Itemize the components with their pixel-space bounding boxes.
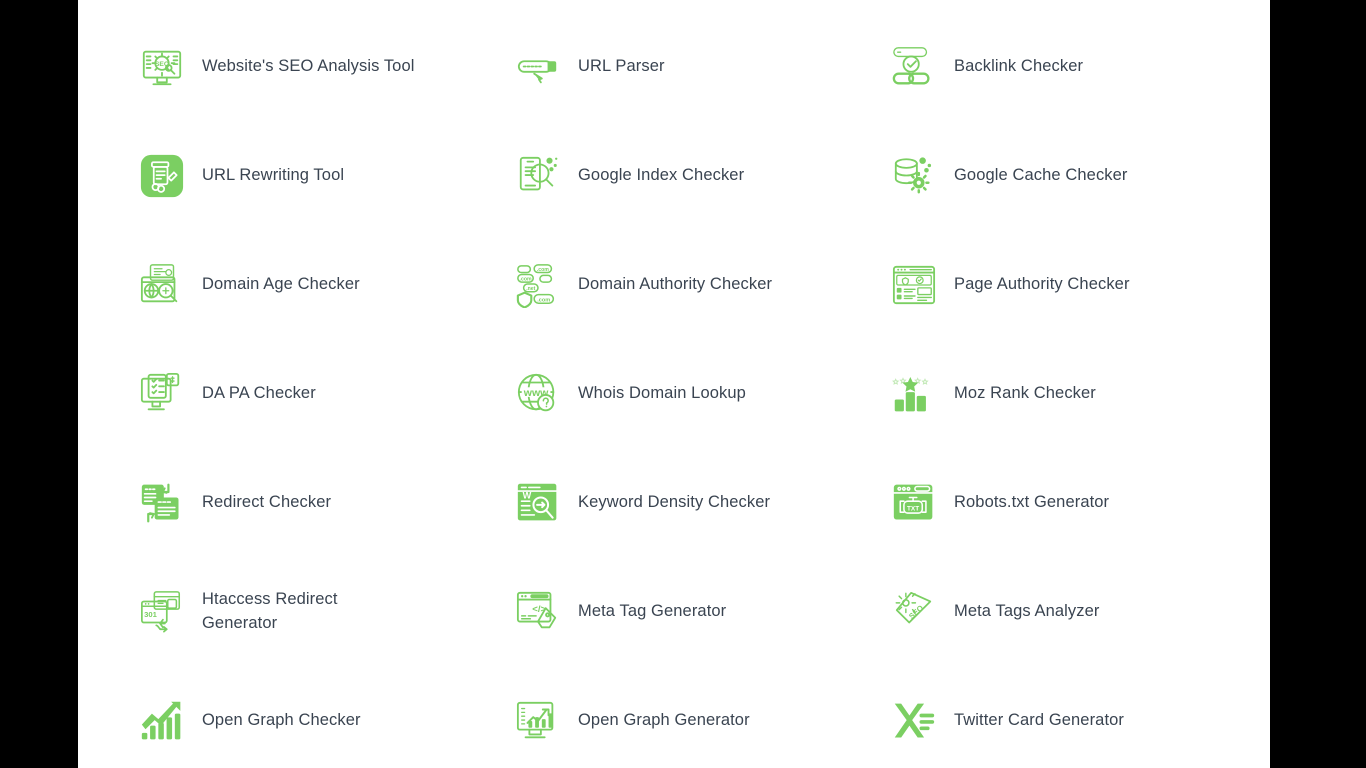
document-keyword-magnifier-icon: W [512, 477, 564, 529]
tool-label: Whois Domain Lookup [578, 383, 746, 402]
tool-item[interactable]: W Keyword Density Checker [512, 448, 888, 557]
tool-item[interactable]: .com .com .net .com Domain Authority Chec… [512, 230, 888, 339]
tool-item[interactable]: Open Graph Checker [136, 666, 512, 768]
database-gear-icon [888, 150, 940, 202]
tool-item[interactable]: URL Parser [512, 12, 888, 121]
svg-text:.com: .com [520, 276, 532, 282]
tool-label: Domain Age Checker [202, 274, 360, 293]
tool-label: Domain Authority Checker [578, 274, 773, 293]
tool-item[interactable]: </> Meta Tag Generator [512, 557, 888, 666]
tool-item[interactable]: Moz Rank Checker [888, 339, 1264, 448]
tool-item[interactable]: DA PA Checker [136, 339, 512, 448]
document-pencil-link-icon [136, 150, 188, 202]
browser-code-tag-icon: </> [512, 586, 564, 638]
browser-robot-txt-icon: TXT [888, 477, 940, 529]
screen: SEO Website's SEO Analysis Tool URL Pars… [0, 0, 1366, 768]
tool-label: Robots.txt Generator [954, 492, 1110, 511]
tool-item[interactable]: Redirect Checker [136, 448, 512, 557]
svg-text:.net: .net [526, 286, 535, 292]
tool-label: Redirect Checker [202, 492, 332, 511]
two-windows-arrows-icon [136, 477, 188, 529]
link-chain-check-icon [888, 41, 940, 93]
svg-text:301: 301 [144, 609, 158, 618]
monitor-growth-chart-icon [512, 695, 564, 747]
tool-item[interactable]: 301 Htaccess Redirect Generator [136, 557, 512, 666]
document-magnifier-icon [512, 150, 564, 202]
svg-text:TXT: TXT [907, 505, 919, 512]
tool-label: Meta Tags Analyzer [954, 601, 1100, 620]
tool-label: Twitter Card Generator [954, 710, 1125, 729]
tools-grid: SEO Website's SEO Analysis Tool URL Pars… [78, 0, 1270, 768]
svg-text:SEO: SEO [907, 603, 925, 621]
www-globe-question-icon: www [512, 368, 564, 420]
tool-label: DA PA Checker [202, 383, 316, 402]
tool-label: Keyword Density Checker [578, 492, 771, 511]
tool-item[interactable]: URL Rewriting Tool [136, 121, 512, 230]
bar-chart-star-icon [888, 368, 940, 420]
x-twitter-card-icon [888, 695, 940, 747]
tool-item[interactable]: Open Graph Generator [512, 666, 888, 768]
url-bar-arrow-icon [512, 41, 564, 93]
tools-content-area: SEO Website's SEO Analysis Tool URL Pars… [78, 0, 1270, 768]
tool-label: Htaccess Redirect Generator [202, 589, 338, 632]
tool-item[interactable]: Google Index Checker [512, 121, 888, 230]
growth-arrow-bars-icon [136, 695, 188, 747]
tool-item[interactable]: www Whois Domain Lookup [512, 339, 888, 448]
seo-price-tag-gear-icon: SEO [888, 586, 940, 638]
tool-item[interactable]: Google Cache Checker [888, 121, 1264, 230]
tool-item[interactable]: Domain Age Checker [136, 230, 512, 339]
tool-item[interactable]: TXT Robots.txt Generator [888, 448, 1264, 557]
windows-301-shuffle-icon: 301 [136, 586, 188, 638]
tool-label: Meta Tag Generator [578, 601, 727, 620]
tool-label: Moz Rank Checker [954, 383, 1096, 402]
tool-label: Page Authority Checker [954, 274, 1130, 293]
tool-label: Google Index Checker [578, 165, 745, 184]
tool-label: Open Graph Checker [202, 710, 361, 729]
tool-item[interactable]: SEO Website's SEO Analysis Tool [136, 12, 512, 121]
svg-text:.com: .com [537, 267, 549, 273]
tool-label: Website's SEO Analysis Tool [202, 56, 415, 75]
tool-item[interactable]: Backlink Checker [888, 12, 1264, 121]
tool-item[interactable]: Page Authority Checker [888, 230, 1264, 339]
seo-monitor-gear-icon: SEO [136, 41, 188, 93]
monitor-checklist-icon [136, 368, 188, 420]
tool-label: URL Rewriting Tool [202, 165, 345, 184]
tool-item[interactable]: Twitter Card Generator [888, 666, 1264, 768]
svg-text:W: W [523, 490, 532, 500]
browser-page-badge-icon [888, 259, 940, 311]
browser-globe-magnifier-icon [136, 259, 188, 311]
tool-label: URL Parser [578, 56, 665, 75]
svg-text:.com: .com [537, 297, 550, 303]
tool-item[interactable]: SEO Meta Tags Analyzer [888, 557, 1264, 666]
tool-label: Google Cache Checker [954, 165, 1128, 184]
tool-label: Open Graph Generator [578, 710, 750, 729]
tool-label: Backlink Checker [954, 56, 1084, 75]
domain-tags-shield-icon: .com .com .net .com [512, 259, 564, 311]
